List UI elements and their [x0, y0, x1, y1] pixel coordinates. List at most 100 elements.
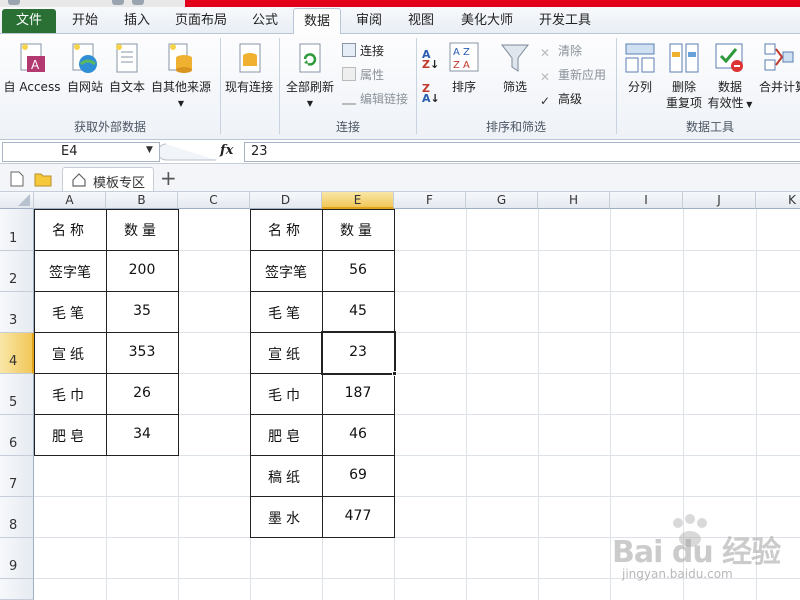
tab-page-layout[interactable]: 页面布局 — [166, 8, 236, 34]
cell-d6[interactable]: 肥皂 — [250, 426, 322, 446]
column-header-g[interactable]: G — [466, 192, 538, 209]
sort-ascending-icon[interactable]: A Z↓ — [422, 49, 439, 70]
new-document-icon[interactable] — [10, 171, 24, 187]
column-header-b[interactable]: B — [106, 192, 178, 209]
tab-formulas[interactable]: 公式 — [242, 8, 288, 34]
edit-links-button[interactable]: 编辑链接 — [342, 90, 408, 108]
quick-access-icon[interactable] — [112, 0, 124, 5]
fx-button[interactable]: fx — [220, 143, 233, 158]
column-header-a[interactable]: A — [34, 192, 106, 209]
from-access-button[interactable]: A 自 Access — [0, 38, 64, 108]
cell-d8[interactable]: 墨水 — [250, 508, 322, 528]
name-box[interactable]: E4 — [2, 142, 160, 162]
tab-data[interactable]: 数据 — [293, 8, 341, 35]
tab-home[interactable]: 开始 — [62, 8, 108, 34]
tab-view[interactable]: 视图 — [398, 8, 444, 34]
column-header-d[interactable]: D — [250, 192, 322, 209]
clear-button[interactable]: ✕ 清除 — [540, 42, 582, 60]
reapply-button[interactable]: ✕ 重新应用 — [540, 66, 606, 84]
cell-d5[interactable]: 毛巾 — [250, 385, 322, 405]
column-header-j[interactable]: J — [683, 192, 756, 209]
cell-e1[interactable]: 数量 — [322, 220, 394, 240]
cell-e5[interactable]: 187 — [322, 385, 394, 401]
row-header-8[interactable]: 8 — [0, 497, 34, 538]
existing-connections-button[interactable]: 现有连接 — [222, 38, 276, 108]
from-access-label: 自 Access — [3, 80, 61, 94]
column-header-i[interactable]: I — [610, 192, 683, 209]
cell-d3[interactable]: 毛笔 — [250, 303, 322, 323]
from-web-button[interactable]: 自网站 — [64, 38, 106, 108]
cell-d2[interactable]: 签字笔 — [250, 262, 322, 282]
properties-button[interactable]: 属性 — [342, 66, 384, 84]
text-to-columns-button[interactable]: 分列 — [620, 38, 660, 108]
fill-handle[interactable] — [392, 371, 397, 376]
cell-a3[interactable]: 毛笔 — [34, 303, 106, 323]
cell-d4[interactable]: 宣纸 — [250, 344, 322, 364]
column-header-k[interactable]: K — [756, 192, 800, 209]
cell-e7[interactable]: 69 — [322, 467, 394, 483]
column-header-c[interactable]: C — [178, 192, 250, 209]
cell-b2[interactable]: 200 — [106, 262, 178, 278]
cell-a1[interactable]: 名称 — [34, 220, 106, 240]
from-other-sources-button[interactable]: 自其他来源 ▼ — [148, 38, 214, 114]
refresh-all-button[interactable]: 全部刷新 ▼ — [282, 38, 338, 114]
row-header-6[interactable]: 6 — [0, 415, 34, 456]
folder-icon[interactable] — [34, 171, 52, 187]
quick-access-icon[interactable] — [132, 0, 144, 5]
connections-button[interactable]: 连接 — [342, 42, 384, 60]
tab-review[interactable]: 审阅 — [346, 8, 392, 34]
cell-b5[interactable]: 26 — [106, 385, 178, 401]
from-text-button[interactable]: 自文本 — [106, 38, 148, 108]
column-header-h[interactable]: H — [538, 192, 610, 209]
sort-button[interactable]: A Z Z A 排序 — [446, 38, 482, 108]
remove-duplicates-button[interactable]: 删除 重复项 — [662, 38, 706, 114]
row-header-3[interactable]: 3 — [0, 292, 34, 333]
column-header-e[interactable]: E — [322, 192, 394, 209]
cell-a4[interactable]: 宣纸 — [34, 344, 106, 364]
cell-b6[interactable]: 34 — [106, 426, 178, 442]
cell-d7[interactable]: 稿纸 — [250, 467, 322, 487]
advanced-filter-button[interactable]: ✓ 高级 — [540, 90, 582, 108]
add-tab-button[interactable]: + — [160, 166, 177, 190]
cell-b4[interactable]: 353 — [106, 344, 178, 360]
template-zone-tab[interactable]: 模板专区 — [62, 167, 154, 191]
cell-d1[interactable]: 名称 — [250, 220, 322, 240]
cell-e2[interactable]: 56 — [322, 262, 394, 278]
chevron-down-icon[interactable]: ▼ — [146, 145, 153, 155]
column-header-f[interactable]: F — [394, 192, 466, 209]
cell-a5[interactable]: 毛巾 — [34, 385, 106, 405]
tab-developer[interactable]: 开发工具 — [530, 8, 600, 34]
tab-insert[interactable]: 插入 — [114, 8, 160, 34]
row-header-7[interactable]: 7 — [0, 456, 34, 497]
cell-b1[interactable]: 数量 — [106, 220, 178, 240]
properties-icon — [342, 67, 356, 81]
consolidate-button[interactable]: 合并计算 — [754, 38, 800, 108]
collapse-handle-icon[interactable] — [157, 142, 220, 162]
tab-file[interactable]: 文件 — [2, 9, 56, 33]
row-header-2[interactable]: 2 — [0, 251, 34, 292]
active-cell-selection[interactable] — [321, 331, 396, 375]
formula-input[interactable]: 23 — [244, 142, 800, 162]
select-all-corner[interactable] — [0, 192, 34, 209]
row-number: 4 — [9, 354, 18, 369]
row-header-5[interactable]: 5 — [0, 374, 34, 415]
web-icon — [72, 43, 97, 73]
sort-descending-icon[interactable]: Z A↓ — [422, 83, 440, 104]
cell-e8[interactable]: 477 — [322, 508, 394, 524]
cell-a2[interactable]: 签字笔 — [34, 262, 106, 282]
sort-icon: A Z Z A — [449, 42, 479, 72]
chevron-down-icon: ▼ — [306, 99, 314, 108]
cell-a6[interactable]: 肥皂 — [34, 426, 106, 446]
tab-beautify[interactable]: 美化大师 — [452, 8, 522, 34]
cell-e6[interactable]: 46 — [322, 426, 394, 442]
quick-access-icon[interactable] — [8, 0, 20, 5]
row-header-10[interactable] — [0, 579, 34, 600]
data-validation-button[interactable]: 数据 有效性 ▼ — [706, 38, 754, 114]
cell-b3[interactable]: 35 — [106, 303, 178, 319]
filter-button[interactable]: 筛选 — [496, 38, 534, 108]
row-header-1[interactable]: 1 — [0, 209, 34, 251]
cell-e3[interactable]: 45 — [322, 303, 394, 319]
row-header-9[interactable]: 9 — [0, 538, 34, 579]
row-header-4[interactable]: 4 — [0, 333, 34, 374]
row-number: 5 — [9, 395, 18, 410]
